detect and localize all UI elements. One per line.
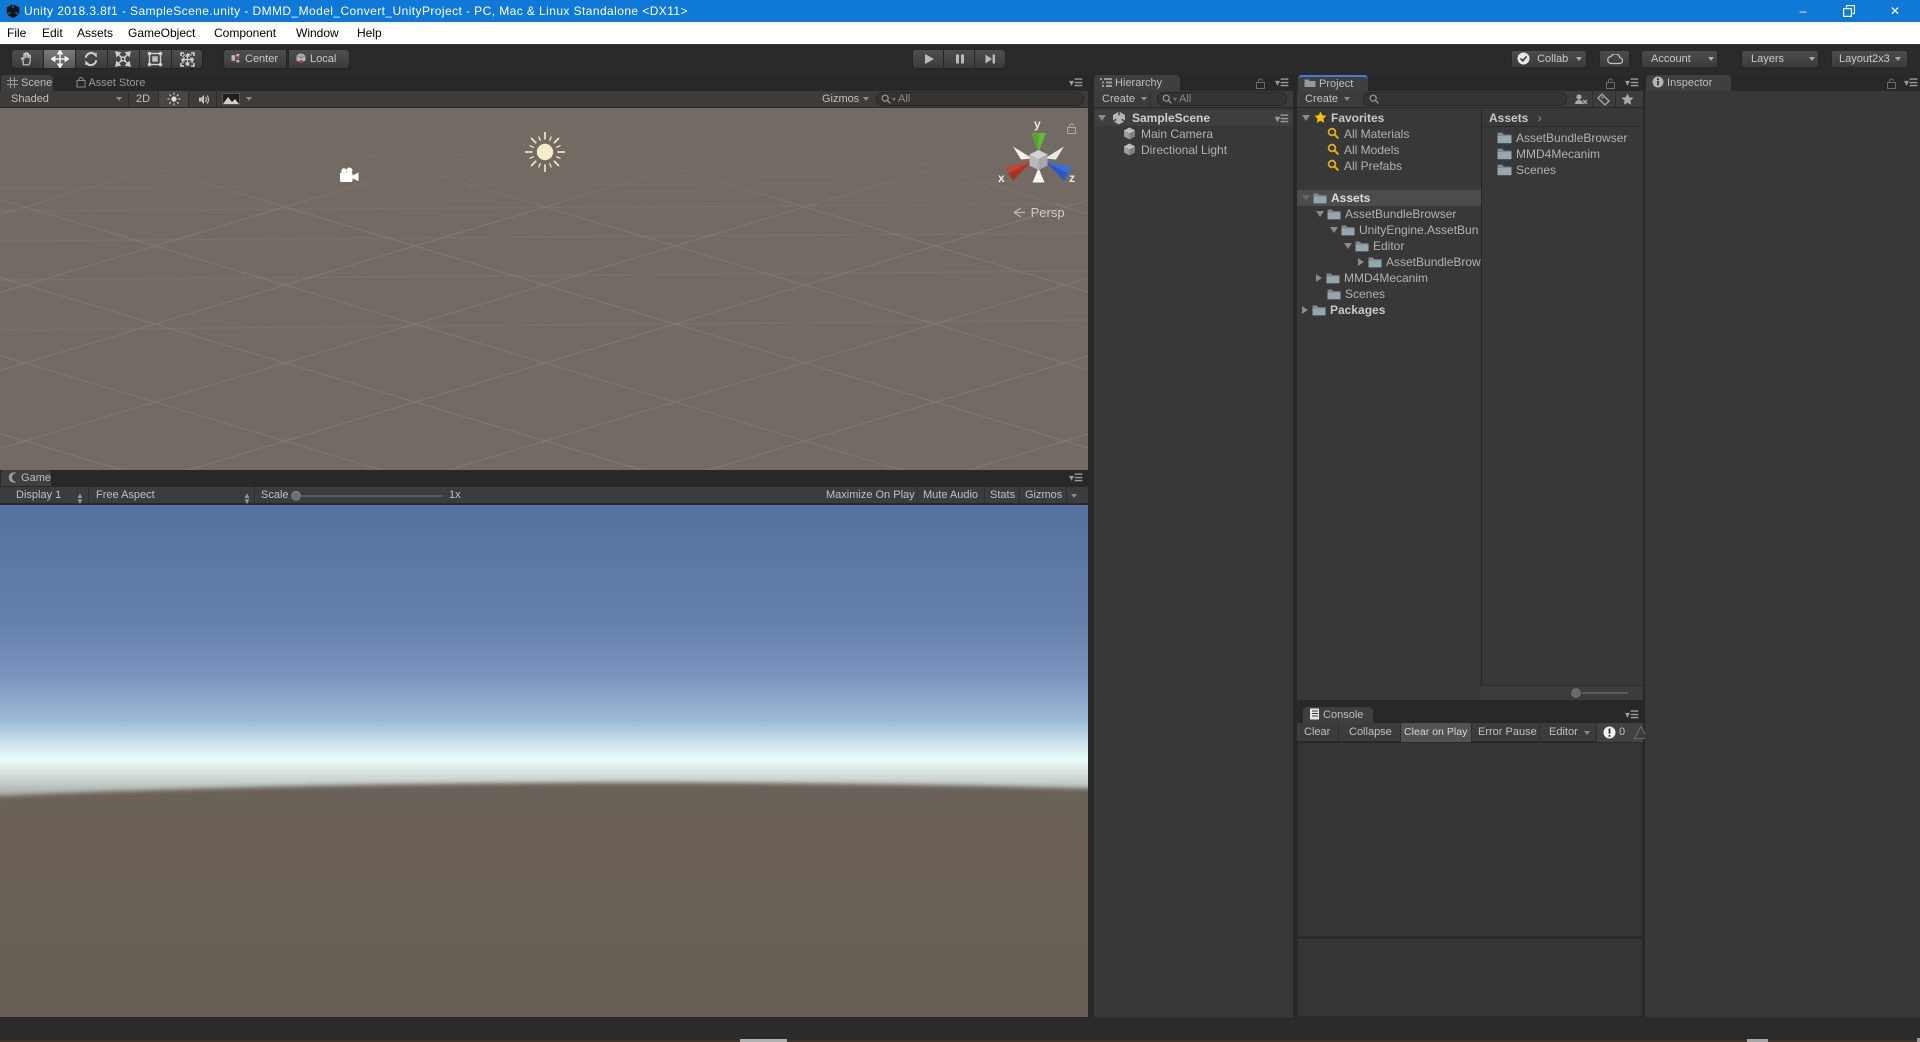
svg-text:x: x bbox=[998, 171, 1005, 185]
svg-text:z: z bbox=[1069, 171, 1075, 185]
svg-text:y: y bbox=[1034, 117, 1041, 131]
